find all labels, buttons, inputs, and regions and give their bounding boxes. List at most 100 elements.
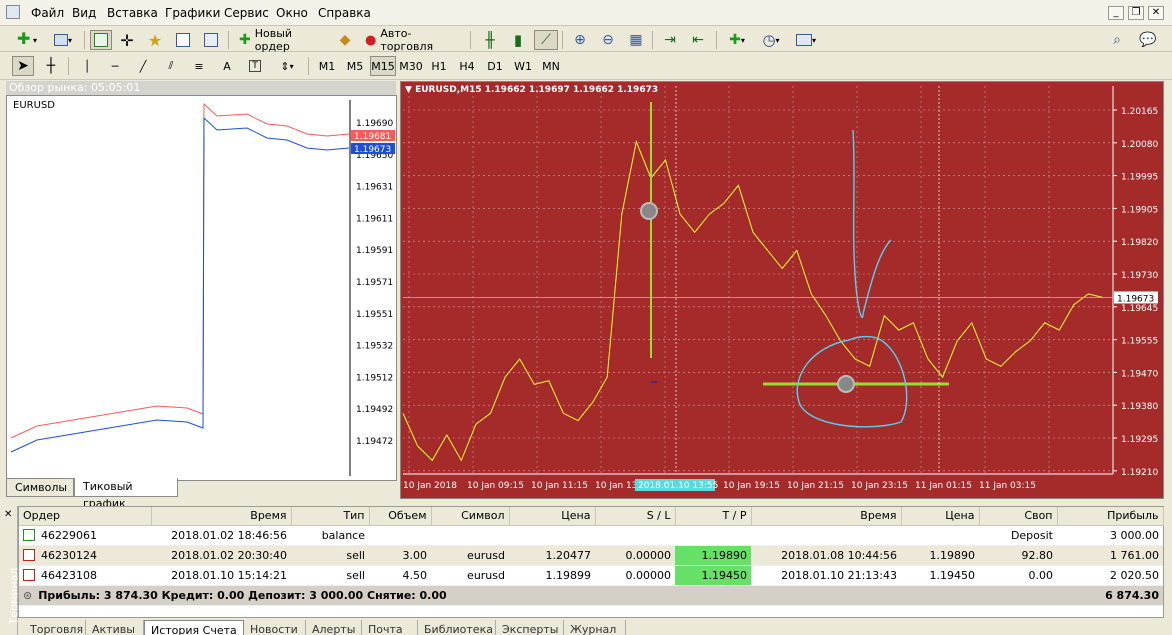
profiles-button[interactable]: ▾	[48, 30, 78, 50]
channel-tool[interactable]: ⫽	[160, 56, 182, 76]
bar-chart-icon: ╫	[485, 31, 495, 49]
terminal-button[interactable]	[172, 30, 194, 50]
metaeditor-button[interactable]: ◆	[334, 30, 356, 50]
terminal-tab[interactable]: Новости	[244, 620, 306, 635]
table-row[interactable]: 46229061 2018.01.02 18:46:56 balance Dep…	[19, 525, 1163, 546]
app-icon[interactable]	[6, 5, 20, 19]
terminal-tab[interactable]: Торговля	[24, 620, 86, 635]
close-time-cell	[751, 525, 901, 546]
fibonacci-tool[interactable]: ≡	[188, 56, 210, 76]
tab-tick-chart[interactable]: Тиковый график	[74, 478, 178, 510]
text-label-tool[interactable]: T	[244, 56, 266, 76]
chart-shift-button[interactable]: ⇤	[686, 30, 710, 50]
col-order[interactable]: Ордер	[19, 507, 152, 526]
menu-charts[interactable]: Графики	[165, 6, 220, 20]
indicators-button[interactable]: ✚ ▾	[722, 30, 752, 50]
menu-tools[interactable]: Сервис	[224, 6, 269, 20]
tick-chart: 1.196901.196501.196311.196111.195911.195…	[10, 100, 395, 476]
col-time[interactable]: Время	[151, 507, 292, 526]
terminal-tab[interactable]: Алерты	[306, 620, 362, 635]
menu-window[interactable]: Окно	[276, 6, 308, 20]
tile-windows-button[interactable]: ▦	[624, 30, 648, 50]
timeframe-m1[interactable]: M1	[314, 56, 340, 76]
zoom-in-button[interactable]: ⊕	[568, 30, 592, 50]
terminal-tab[interactable]: Активы	[86, 620, 144, 635]
col-profit[interactable]: Прибыль	[1057, 507, 1164, 526]
arrows-tool[interactable]: ⇕ ▾	[272, 56, 302, 76]
terminal-tab[interactable]: Журнал	[564, 620, 626, 635]
timeframe-m30[interactable]: M30	[398, 56, 424, 76]
bar-chart-button[interactable]: ╫	[478, 30, 502, 50]
history-table: Ордер Время Тип Объем Символ Цена S / L …	[19, 507, 1164, 606]
favorites-button[interactable]: ★	[144, 30, 166, 50]
search-button[interactable]: ⌕	[1106, 30, 1128, 50]
terminal-tab[interactable]: Почта	[362, 620, 418, 635]
col-tp[interactable]: T / P	[675, 507, 752, 526]
close-icon[interactable]: ✕	[4, 509, 12, 520]
crosshair-tool[interactable]: ┼	[40, 56, 62, 76]
table-row[interactable]: 46423108 2018.01.10 15:14:21 sell 4.50 e…	[19, 565, 1163, 586]
line-chart-button[interactable]: ⟋	[534, 30, 558, 50]
menu-help[interactable]: Справка	[318, 6, 371, 20]
candlestick-button[interactable]: ▮	[506, 30, 530, 50]
autoscroll-button[interactable]: ⇥	[658, 30, 682, 50]
timeframe-w1[interactable]: W1	[510, 56, 536, 76]
col-type[interactable]: Тип	[291, 507, 370, 526]
col-close-price[interactable]: Цена	[901, 507, 980, 526]
tab-symbols[interactable]: Символы	[6, 478, 74, 497]
cursor-tool[interactable]: ➤	[12, 56, 34, 76]
market-watch-icon	[94, 33, 108, 47]
col-swap[interactable]: Своп	[979, 507, 1058, 526]
trendline-tool[interactable]: ╱	[132, 56, 154, 76]
menu-file[interactable]: Файл	[31, 6, 64, 20]
price-axis-label: 1.20165	[1121, 107, 1158, 117]
market-watch-tabs: Символы Тиковый график	[6, 478, 397, 510]
new-chart-button[interactable]: ✚ ▾	[12, 30, 42, 50]
clock-icon: ◷	[762, 31, 776, 49]
chart-plot-area	[403, 86, 1113, 474]
horizontal-line-tool[interactable]: ─	[104, 56, 126, 76]
timeframe-mn[interactable]: MN	[538, 56, 564, 76]
time-axis-label: 10 Jan 23:15	[851, 481, 908, 491]
terminal-tabs: Торговля Активы История Счета Новости Алерты…	[18, 620, 1172, 635]
timeframe-d1[interactable]: D1	[482, 56, 508, 76]
tp-cell: 1.19450	[675, 565, 751, 586]
market-watch-button[interactable]	[90, 30, 112, 50]
terminal-tab[interactable]: Эксперты	[496, 620, 564, 635]
restore-button[interactable]: ❐	[1128, 6, 1144, 20]
timeframe-m5[interactable]: M5	[342, 56, 368, 76]
zoom-out-button[interactable]: ⊖	[596, 30, 620, 50]
periods-button[interactable]: ◷ ▾	[756, 30, 786, 50]
col-price[interactable]: Цена	[509, 507, 596, 526]
col-sl[interactable]: S / L	[595, 507, 676, 526]
chat-button[interactable]: 💬	[1134, 30, 1162, 50]
navigator-button[interactable]: ✛	[116, 30, 138, 50]
templates-button[interactable]: ▾	[790, 30, 822, 50]
tester-button[interactable]	[200, 30, 222, 50]
tick-price-label: 1.19551	[356, 310, 393, 320]
chart-window[interactable]: 1.20165 1.20080 1.19995 1.19905 1.19820 1.197…	[400, 81, 1164, 499]
menu-view[interactable]: Вид	[72, 6, 96, 20]
text-tool[interactable]: A	[216, 56, 238, 76]
cursor-icon: ➤	[17, 58, 29, 74]
auto-trading-button[interactable]: ● Авто-торговля	[360, 27, 464, 53]
terminal-tab[interactable]: Библиотека	[418, 620, 496, 635]
tick-chart-panel: EURUSD 1.19690 1.19650 1.19631 1.19611 1.195…	[6, 95, 397, 481]
price-axis-label: 1.19470	[1121, 369, 1158, 379]
timeframe-h1[interactable]: H1	[426, 56, 452, 76]
table-row[interactable]: 46230124 2018.01.02 20:30:40 sell 3.00 e…	[19, 545, 1163, 566]
terminal-tab[interactable]: История Счета	[144, 620, 244, 635]
menu-insert[interactable]: Вставка	[107, 6, 158, 20]
vertical-line-tool[interactable]: │	[76, 56, 98, 76]
candlestick-icon: ▮	[513, 31, 523, 49]
col-volume[interactable]: Объем	[369, 507, 432, 526]
timeframe-m15[interactable]: M15	[370, 56, 396, 76]
minimize-button[interactable]: _	[1108, 6, 1124, 20]
col-symbol[interactable]: Символ	[431, 507, 510, 526]
col-close-time[interactable]: Время	[751, 507, 902, 526]
timeframe-h4[interactable]: H4	[454, 56, 480, 76]
new-order-button[interactable]: ✚ Новый ордер	[234, 27, 330, 53]
close-button[interactable]: ✕	[1148, 6, 1164, 20]
price-chart[interactable]: 1.20165 1.20080 1.19995 1.19905 1.19820 1.197…	[401, 82, 1163, 498]
terminal-icon	[176, 33, 190, 47]
